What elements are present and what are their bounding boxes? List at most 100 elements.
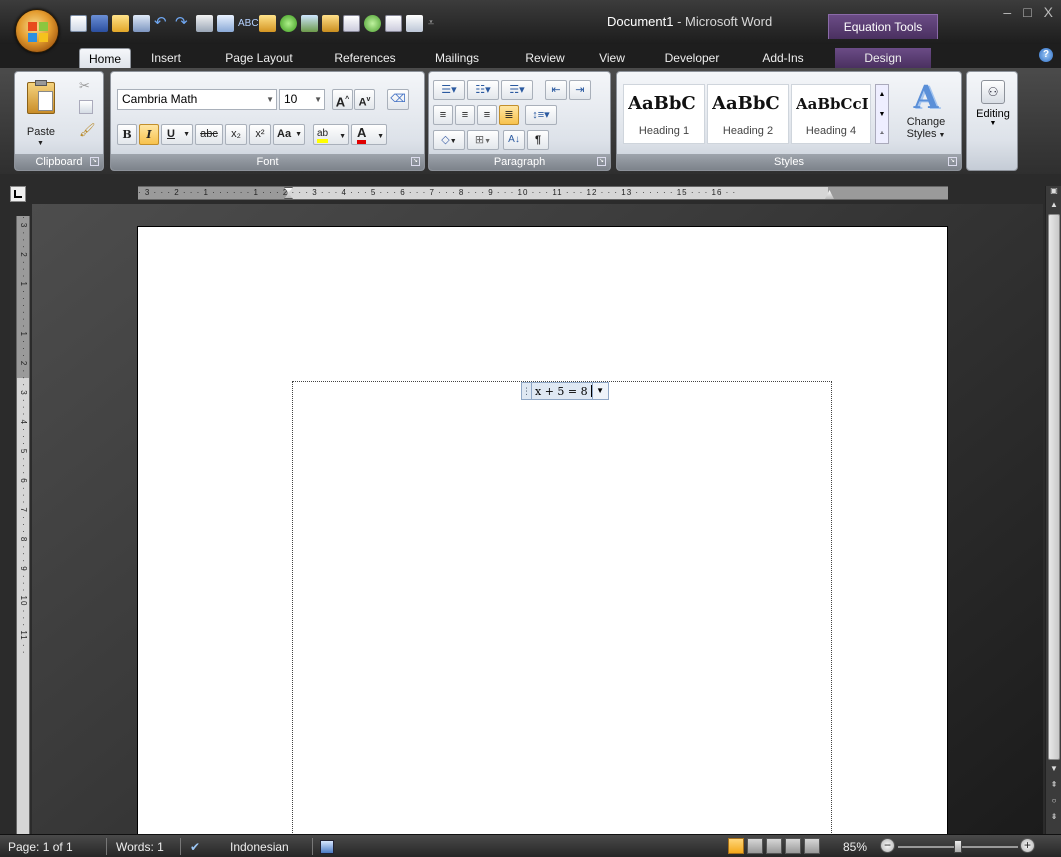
bullets-button[interactable]: ☰▾ — [433, 80, 465, 100]
table-icon[interactable] — [217, 14, 234, 32]
office-button[interactable] — [15, 9, 59, 53]
tab-add-ins[interactable]: Add-Ins — [752, 48, 814, 68]
equation-handle-icon[interactable]: ⋮ — [522, 383, 532, 399]
cut-icon[interactable]: ✂ — [79, 78, 95, 94]
shading-button[interactable]: ◇▼ — [433, 130, 465, 150]
maximize-icon[interactable]: □ — [1023, 4, 1031, 20]
page-count[interactable]: Page: 1 of 1 — [8, 839, 73, 855]
print-icon[interactable] — [196, 14, 213, 32]
zoom-out-icon[interactable]: − — [880, 838, 895, 853]
spelling-icon[interactable]: ABC — [238, 15, 259, 32]
paste-button[interactable]: Paste ▼ — [19, 78, 63, 150]
dialog-launcher-icon[interactable]: ↘ — [948, 157, 957, 166]
print-preview-icon[interactable] — [133, 14, 150, 32]
font-name-box[interactable]: Cambria Math ▼ — [117, 89, 277, 110]
macro-recording-icon[interactable] — [320, 840, 334, 854]
superscript-button[interactable]: x² — [249, 124, 271, 145]
subscript-button[interactable]: x₂ — [225, 124, 247, 145]
redo-icon[interactable]: ↷ — [175, 15, 192, 32]
lock-icon[interactable] — [322, 14, 339, 32]
vertical-scrollbar[interactable]: ▣ ▲ ▼ ⇞ ○ ⇟ — [1045, 186, 1061, 834]
print-layout-view-icon[interactable] — [728, 838, 744, 854]
tab-page-layout[interactable]: Page Layout — [219, 48, 299, 68]
open-folder-icon[interactable] — [112, 14, 129, 32]
multilevel-list-button[interactable]: ☴▾ — [501, 80, 533, 100]
sort-button[interactable]: A↓ — [503, 130, 525, 150]
help-icon[interactable]: ? — [1039, 48, 1053, 62]
bold-button[interactable]: B — [117, 124, 137, 145]
tab-selector[interactable] — [10, 186, 26, 202]
scroll-thumb[interactable] — [1048, 214, 1060, 760]
scroll-down-icon[interactable]: ▼ — [876, 105, 888, 125]
language[interactable]: Indonesian — [230, 839, 289, 855]
style-heading-4[interactable]: AaBbCcI Heading 4 — [791, 84, 871, 144]
copy-icon[interactable] — [79, 100, 93, 114]
web-layout-icon[interactable] — [766, 838, 782, 854]
dialog-launcher-icon[interactable]: ↘ — [597, 157, 606, 166]
text-box[interactable]: ⋮ x + 5 = 8 ▼ — [292, 381, 832, 841]
font-color-button[interactable]: A ▼ — [351, 124, 387, 145]
next-page-icon[interactable]: ⇟ — [1049, 812, 1059, 822]
previous-page-icon[interactable]: ⇞ — [1049, 780, 1059, 790]
align-center-button[interactable]: ≡ — [455, 105, 475, 125]
full-screen-reading-icon[interactable] — [747, 838, 763, 854]
editing-button[interactable]: ⚇ Editing ▼ — [971, 78, 1015, 154]
zoom-slider[interactable] — [898, 840, 1018, 853]
form-field-icon[interactable] — [406, 14, 423, 32]
new-document-icon[interactable] — [70, 14, 87, 32]
tab-mailings[interactable]: Mailings — [427, 48, 487, 68]
draft-view-icon[interactable] — [804, 838, 820, 854]
tab-design[interactable]: Design — [835, 48, 931, 68]
strikethrough-button[interactable]: abc — [195, 124, 223, 145]
tab-review[interactable]: Review — [517, 48, 573, 68]
format-painter-icon[interactable] — [259, 14, 276, 32]
styles-scroll[interactable]: ▲ ▼ ⩡ — [875, 84, 889, 144]
equation-options-dropdown[interactable]: ▼ — [591, 383, 608, 399]
more-styles-icon[interactable]: ⩡ — [876, 125, 888, 143]
underline-button[interactable]: U ▼ — [161, 124, 193, 145]
tab-references[interactable]: References — [325, 48, 405, 68]
green-circle-icon[interactable] — [280, 14, 297, 32]
tab-developer[interactable]: Developer — [657, 48, 727, 68]
equation-text[interactable]: x + 5 = 8 — [532, 385, 591, 398]
increase-indent-button[interactable]: ⇥ — [569, 80, 591, 100]
text-field-icon[interactable] — [343, 14, 360, 32]
minimize-icon[interactable]: – — [1003, 4, 1011, 20]
style-heading-1[interactable]: AaBbC Heading 1 — [623, 84, 705, 144]
dialog-launcher-icon[interactable]: ↘ — [90, 157, 99, 166]
ruler-toggle-icon[interactable]: ▣ — [1049, 186, 1059, 196]
align-left-button[interactable]: ≡ — [433, 105, 453, 125]
show-formatting-button[interactable]: ¶ — [527, 130, 549, 150]
numbering-button[interactable]: ☷▾ — [467, 80, 499, 100]
shrink-font-button[interactable]: Av — [354, 89, 375, 110]
justify-button[interactable]: ≣ — [499, 105, 519, 125]
dialog-launcher-icon[interactable]: ↘ — [411, 157, 420, 166]
document-area[interactable]: ⋮ x + 5 = 8 ▼ — [32, 204, 1043, 846]
scroll-up-icon[interactable]: ▲ — [876, 85, 888, 105]
horizontal-ruler[interactable]: · 3 · · · 2 · · · 1 · · · · · · 1 · · · … — [138, 186, 948, 200]
highlight-button[interactable]: ab ▼ — [313, 124, 349, 145]
close-icon[interactable]: X — [1044, 4, 1053, 20]
change-styles-button[interactable]: A Change Styles ▼ — [895, 78, 957, 154]
grow-font-button[interactable]: A^ — [332, 89, 353, 110]
decrease-indent-button[interactable]: ⇤ — [545, 80, 567, 100]
format-painter-brush-icon[interactable]: 🖌 — [79, 122, 96, 138]
proofing-icon[interactable]: ✔ — [190, 839, 200, 855]
tab-insert[interactable]: Insert — [143, 48, 189, 68]
tab-home[interactable]: Home — [79, 48, 131, 68]
zoom-in-icon[interactable]: + — [1020, 838, 1035, 853]
document-page[interactable]: ⋮ x + 5 = 8 ▼ — [137, 226, 948, 846]
select-browse-object-icon[interactable]: ○ — [1049, 796, 1059, 806]
zoom-level[interactable]: 85% — [843, 839, 867, 855]
text-form-icon[interactable] — [385, 14, 402, 32]
scroll-down-icon[interactable]: ▼ — [1049, 764, 1059, 774]
zoom-slider-knob[interactable] — [954, 840, 962, 853]
save-icon[interactable] — [91, 14, 108, 32]
outline-view-icon[interactable] — [785, 838, 801, 854]
align-right-button[interactable]: ≡ — [477, 105, 497, 125]
customize-toolbar-icon[interactable]: ⩡ — [427, 17, 435, 30]
style-heading-2[interactable]: AaBbC Heading 2 — [707, 84, 789, 144]
borders-button[interactable]: ⊞▼ — [467, 130, 499, 150]
word-count[interactable]: Words: 1 — [116, 839, 164, 855]
green-globe-icon[interactable] — [364, 14, 381, 32]
